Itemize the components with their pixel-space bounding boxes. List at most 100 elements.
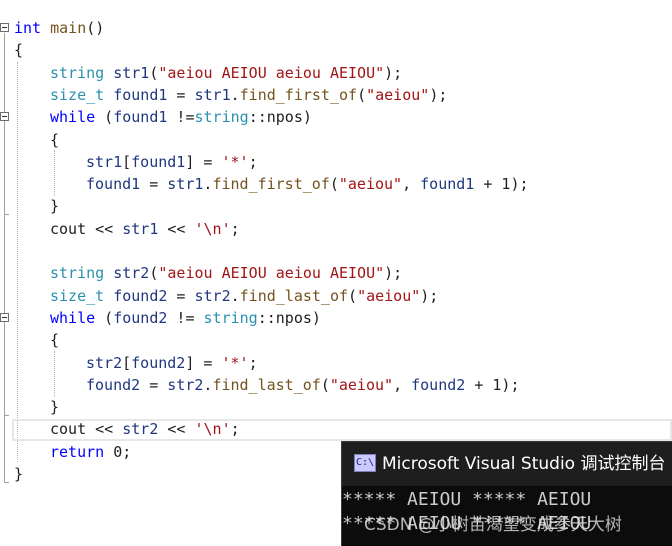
code-line[interactable]: str2[found2] = '*'; bbox=[86, 352, 258, 374]
code-token: ); bbox=[384, 264, 403, 283]
fold-toggle-while-2[interactable] bbox=[0, 313, 9, 322]
code-token: + 1); bbox=[465, 375, 520, 394]
fold-toggle-main[interactable] bbox=[0, 23, 9, 32]
code-token: str2 bbox=[122, 420, 159, 439]
code-token: found2 bbox=[131, 353, 186, 372]
code-token: ; bbox=[248, 353, 258, 372]
code-line[interactable]: while (found2 != string::npos) bbox=[50, 307, 321, 329]
code-token: = bbox=[140, 175, 168, 194]
code-token: "aeiou" bbox=[366, 85, 430, 104]
code-line[interactable]: string str1("aeiou AEIOU aeiou AEIOU"); bbox=[50, 62, 402, 84]
code-token: cout << bbox=[50, 219, 123, 238]
code-token: } bbox=[50, 398, 60, 417]
code-token: str2 bbox=[86, 353, 123, 372]
code-token: find_last_of bbox=[212, 375, 321, 394]
indent-guide bbox=[54, 150, 55, 196]
code-token: ; bbox=[230, 420, 240, 439]
code-token: find_first_of bbox=[212, 175, 330, 194]
code-token: while bbox=[50, 308, 96, 327]
code-token: } bbox=[50, 197, 60, 216]
code-token: str1 bbox=[86, 152, 123, 171]
code-token: '\n' bbox=[194, 420, 231, 439]
code-token: string bbox=[50, 264, 105, 283]
code-token: } bbox=[14, 465, 24, 483]
code-token: main bbox=[50, 19, 87, 37]
code-token: int bbox=[14, 19, 42, 37]
code-token: found2 bbox=[113, 308, 168, 327]
code-token: string bbox=[50, 63, 105, 82]
code-token: { bbox=[14, 41, 24, 60]
code-token: str2 bbox=[113, 264, 150, 283]
code-line[interactable]: } bbox=[14, 463, 23, 485]
code-line[interactable]: return 0; bbox=[50, 441, 131, 463]
code-token: str1 bbox=[194, 85, 231, 104]
code-token: { bbox=[50, 331, 60, 350]
code-token: str1 bbox=[122, 219, 159, 238]
code-token: '*' bbox=[221, 152, 249, 171]
code-line[interactable]: cout << str2 << '\n'; bbox=[50, 418, 240, 440]
code-token: "aeiou" bbox=[357, 286, 421, 305]
code-line[interactable]: found1 = str1.find_first_of("aeiou", fou… bbox=[86, 173, 529, 195]
code-line[interactable]: int main() bbox=[14, 17, 104, 39]
code-token: . bbox=[230, 85, 240, 104]
code-token: while bbox=[50, 108, 96, 127]
code-token: ); bbox=[384, 63, 403, 82]
watermark-text: CSDN @小树苗渴望变成参天大树 bbox=[364, 515, 622, 535]
code-token: << bbox=[158, 219, 195, 238]
code-token: ] = bbox=[185, 152, 222, 171]
console-output-line: ***** AEIOU ***** AEIOU bbox=[342, 489, 592, 510]
code-token: { bbox=[50, 130, 60, 149]
code-line[interactable]: string str2("aeiou AEIOU aeiou AEIOU"); bbox=[50, 262, 402, 284]
code-token: ); bbox=[429, 85, 448, 104]
code-line[interactable]: found2 = str2.find_last_of("aeiou", foun… bbox=[86, 374, 520, 396]
code-token: '\n' bbox=[194, 219, 231, 238]
code-line[interactable]: } bbox=[50, 396, 59, 418]
code-token: found1 bbox=[420, 175, 475, 194]
code-token: ( bbox=[320, 375, 330, 394]
code-token: npos) bbox=[266, 108, 312, 127]
code-token: "aeiou" bbox=[338, 175, 403, 194]
code-token: cout << bbox=[50, 420, 123, 439]
code-line[interactable]: while (found1 !=string::npos) bbox=[50, 106, 312, 128]
code-token: found2 bbox=[411, 375, 466, 394]
code-line[interactable]: str1[found1] = '*'; bbox=[86, 151, 258, 173]
code-line[interactable]: size_t found2 = str2.find_last_of("aeiou… bbox=[50, 285, 438, 307]
code-token: ( bbox=[329, 175, 339, 194]
code-line[interactable]: size_t found1 = str1.find_first_of("aeio… bbox=[50, 84, 447, 106]
fold-line-while-1 bbox=[4, 122, 5, 214]
code-line[interactable]: } bbox=[50, 195, 59, 217]
code-token: "aeiou" bbox=[329, 375, 394, 394]
code-token: find_first_of bbox=[239, 85, 358, 104]
code-token: size_t bbox=[50, 85, 105, 104]
fold-gutter bbox=[0, 0, 14, 545]
indent-guide bbox=[54, 351, 55, 397]
code-token: ] = bbox=[185, 353, 222, 372]
fold-end-while-1 bbox=[4, 214, 9, 215]
code-line[interactable]: cout << str1 << '\n'; bbox=[50, 218, 240, 240]
code-token: << bbox=[158, 420, 195, 439]
code-token: npos) bbox=[275, 308, 321, 327]
code-token: != bbox=[167, 308, 204, 327]
code-token: str1 bbox=[167, 175, 204, 194]
code-line[interactable]: { bbox=[50, 129, 59, 151]
code-token: :: bbox=[257, 308, 276, 327]
code-token: "aeiou AEIOU aeiou AEIOU" bbox=[158, 264, 385, 283]
console-title-bar[interactable]: C:\ Microsoft Visual Studio 调试控制台 bbox=[342, 442, 672, 486]
code-token: = bbox=[167, 286, 195, 305]
code-token: str2 bbox=[167, 375, 204, 394]
code-line[interactable]: { bbox=[14, 39, 23, 61]
code-token: found1 bbox=[113, 85, 168, 104]
fold-toggle-while-1[interactable] bbox=[0, 112, 9, 121]
code-token: + 1); bbox=[474, 175, 529, 194]
code-token: 0; bbox=[104, 442, 132, 461]
indent-guide bbox=[17, 62, 18, 462]
fold-end-main bbox=[4, 482, 9, 483]
code-token: ( bbox=[95, 308, 114, 327]
code-token: = bbox=[167, 85, 195, 104]
code-line[interactable]: { bbox=[50, 329, 59, 351]
code-token: :: bbox=[248, 108, 267, 127]
code-token: found1 bbox=[86, 175, 141, 194]
